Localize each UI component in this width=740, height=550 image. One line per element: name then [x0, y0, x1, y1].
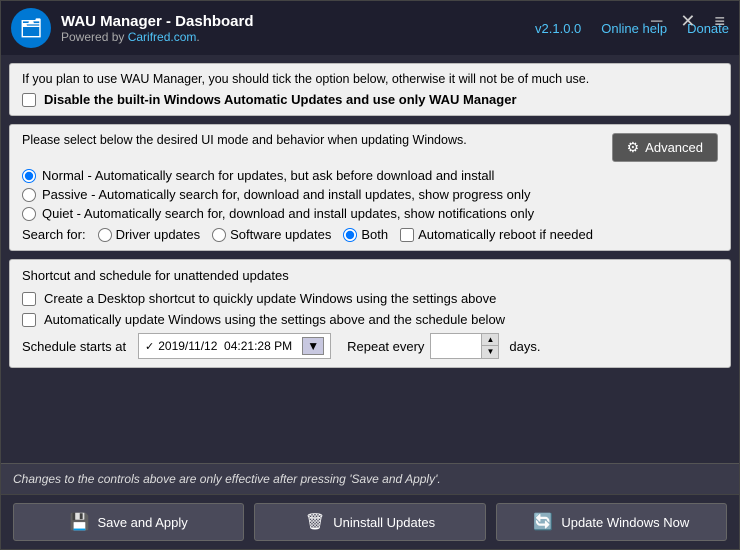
- disable-updates-checkbox[interactable]: [22, 93, 36, 107]
- title-bar-info: WAU Manager - Dashboard Powered by Carif…: [61, 13, 525, 44]
- app-logo: 🗂: [11, 8, 51, 48]
- update-windows-button[interactable]: 🔄 Update Windows Now: [496, 503, 727, 541]
- mode-passive-label: Passive - Automatically search for, down…: [42, 187, 530, 202]
- driver-option: Driver updates: [98, 227, 201, 242]
- software-label: Software updates: [230, 227, 331, 242]
- schedule-starts-label: Schedule starts at: [22, 339, 132, 354]
- update-windows-label: Update Windows Now: [561, 515, 689, 530]
- app-subtitle: Powered by Carifred.com.: [61, 30, 525, 44]
- auto-update-checkbox[interactable]: [22, 313, 36, 327]
- shortcut-label: Create a Desktop shortcut to quickly upd…: [44, 291, 496, 306]
- hamburger-button[interactable]: ≡: [708, 7, 731, 36]
- repeat-label: Repeat every: [347, 339, 424, 354]
- mode-quiet-row: Quiet - Automatically search for, downlo…: [22, 206, 718, 221]
- spinner-buttons: ▲ ▼: [481, 334, 498, 358]
- autoreboot-checkbox[interactable]: [400, 228, 414, 242]
- calendar-button[interactable]: ▼: [302, 337, 324, 355]
- save-apply-button[interactable]: 💾 Save and Apply: [13, 503, 244, 541]
- mode-normal-row: Normal - Automatically search for update…: [22, 168, 718, 183]
- both-label: Both: [361, 227, 388, 242]
- version-link[interactable]: v2.1.0.0: [535, 21, 581, 36]
- advanced-button[interactable]: ⚙ Advanced: [612, 133, 718, 162]
- autoreboot-label: Automatically reboot if needed: [418, 227, 593, 242]
- window-controls: ─ ✕ ≡: [646, 7, 731, 36]
- section2-desc: Please select below the desired UI mode …: [22, 133, 467, 147]
- datetime-wrapper: ✓ ▼: [138, 333, 331, 359]
- minimize-button[interactable]: ─: [646, 11, 667, 33]
- uninstall-label: Uninstall Updates: [333, 515, 435, 530]
- check-icon: ✓: [145, 340, 154, 353]
- days-input[interactable]: 10: [431, 334, 481, 358]
- notice-text: Changes to the controls above are only e…: [13, 472, 441, 486]
- footer: 💾 Save and Apply 🗑 Uninstall Updates 🔄 U…: [1, 494, 739, 549]
- days-spinner: 10 ▲ ▼: [430, 333, 499, 359]
- save-apply-label: Save and Apply: [97, 515, 187, 530]
- title-bar: 🗂 WAU Manager - Dashboard Powered by Car…: [1, 1, 739, 55]
- save-icon: 💾: [70, 512, 90, 532]
- days-label: days.: [509, 339, 540, 354]
- uninstall-icon: 🗑: [305, 512, 325, 532]
- software-radio[interactable]: [212, 228, 226, 242]
- uninstall-updates-button[interactable]: 🗑 Uninstall Updates: [254, 503, 485, 541]
- both-radio[interactable]: [343, 228, 357, 242]
- gear-icon: ⚙: [627, 139, 640, 156]
- driver-label: Driver updates: [116, 227, 201, 242]
- section2-header: Please select below the desired UI mode …: [22, 133, 718, 162]
- schedule-title: Shortcut and schedule for unattended upd…: [22, 268, 718, 283]
- notice-area: Changes to the controls above are only e…: [1, 463, 739, 494]
- shortcut-row: Create a Desktop shortcut to quickly upd…: [22, 291, 718, 306]
- auto-update-row: Automatically update Windows using the s…: [22, 312, 718, 327]
- app-title: WAU Manager - Dashboard: [61, 13, 525, 30]
- mode-normal-label: Normal - Automatically search for update…: [42, 168, 494, 183]
- section-disable-updates: If you plan to use WAU Manager, you shou…: [9, 63, 731, 116]
- autoreboot-option: Automatically reboot if needed: [400, 227, 593, 242]
- section1-notice: If you plan to use WAU Manager, you shou…: [22, 72, 718, 86]
- main-window: 🗂 WAU Manager - Dashboard Powered by Car…: [0, 0, 740, 550]
- shortcut-checkbox[interactable]: [22, 292, 36, 306]
- software-option: Software updates: [212, 227, 331, 242]
- mode-quiet-radio[interactable]: [22, 207, 36, 221]
- section-schedule: Shortcut and schedule for unattended upd…: [9, 259, 731, 368]
- mode-passive-radio[interactable]: [22, 188, 36, 202]
- advanced-label: Advanced: [645, 140, 703, 155]
- datetime-input[interactable]: [158, 339, 298, 353]
- mode-passive-row: Passive - Automatically search for, down…: [22, 187, 718, 202]
- close-button[interactable]: ✕: [675, 9, 700, 34]
- update-icon: 🔄: [533, 512, 553, 532]
- disable-updates-row: Disable the built-in Windows Automatic U…: [22, 92, 718, 107]
- disable-updates-label: Disable the built-in Windows Automatic U…: [44, 92, 517, 107]
- spin-down-button[interactable]: ▼: [482, 346, 498, 358]
- subtitle-suffix: .: [196, 30, 199, 44]
- driver-radio[interactable]: [98, 228, 112, 242]
- both-option: Both: [343, 227, 388, 242]
- search-for-label: Search for:: [22, 227, 86, 242]
- carifred-link[interactable]: Carifred.com: [128, 30, 197, 44]
- search-for-row: Search for: Driver updates Software upda…: [22, 227, 718, 242]
- mode-normal-radio[interactable]: [22, 169, 36, 183]
- section-ui-mode: Please select below the desired UI mode …: [9, 124, 731, 251]
- mode-quiet-label: Quiet - Automatically search for, downlo…: [42, 206, 534, 221]
- subtitle-prefix: Powered by: [61, 30, 128, 44]
- spin-up-button[interactable]: ▲: [482, 334, 498, 346]
- content-area: If you plan to use WAU Manager, you shou…: [1, 55, 739, 463]
- auto-update-label: Automatically update Windows using the s…: [44, 312, 505, 327]
- schedule-time-row: Schedule starts at ✓ ▼ Repeat every 10 ▲…: [22, 333, 718, 359]
